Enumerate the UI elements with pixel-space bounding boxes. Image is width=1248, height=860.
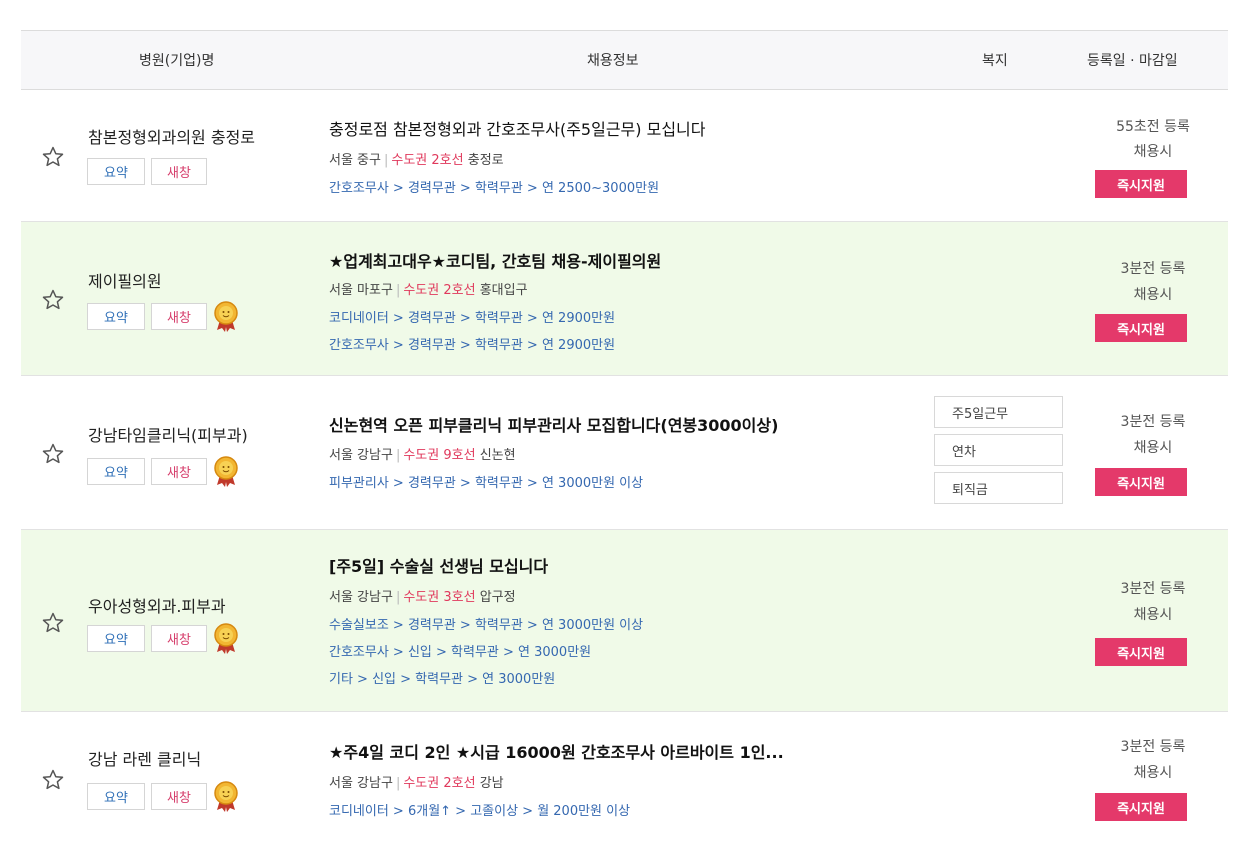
posted-time: 55초전 등록 [1116,119,1190,135]
header-company: 병원(기업)명 [139,53,215,69]
row-buttons: 요약 새창 [87,158,213,185]
job-location: 서울 강남구 | 수도권 2호선 강남 [329,776,504,791]
header-date: 등록일 · 마감일 [1087,53,1178,69]
deadline: 채용시 [1133,607,1173,623]
job-location: 서울 강남구 | 수도권 3호선 압구정 [329,590,516,605]
welfare-tag: 주5일근무 [934,396,1063,428]
deadline: 채용시 [1133,144,1173,160]
station: 충정로 [467,153,504,168]
station: 강남 [479,776,504,791]
row-buttons: 요약 새창 [87,300,239,332]
region: 서울 마포구 [329,283,393,298]
job-location: 서울 중구 | 수도권 2호선 충정로 [329,153,504,168]
medal-icon [213,780,239,812]
deadline: 채용시 [1133,765,1173,781]
company-name[interactable]: 참본정형외과의원 충정로 [88,124,255,148]
job-condition[interactable]: 피부관리사 > 경력무관 > 학력무관 > 연 3000만원 이상 [329,472,643,491]
apply-button[interactable]: 즉시지원 [1095,314,1187,342]
star-icon[interactable] [41,145,65,169]
star-icon[interactable] [41,288,65,312]
job-title[interactable]: 신논현역 오픈 피부클리닉 피부관리사 모집합니다(연봉3000이상) [329,412,778,436]
new-window-button[interactable]: 새창 [151,457,207,485]
job-condition[interactable]: 간호조무사 > 경력무관 > 학력무관 > 연 2500~3000만원 [329,177,659,196]
new-window-button[interactable]: 새창 [151,158,207,185]
table-row: 강남 라렌 클리닉 요약 새창 ★주4일 코디 2인 ★시급 16000원 간호… [21,712,1228,840]
posted-time: 3분전 등록 [1120,581,1186,597]
company-name[interactable]: 강남타임클리닉(피부과) [88,422,248,446]
new-window-button[interactable]: 새창 [151,624,207,652]
job-title[interactable]: [주5일] 수술실 선생님 모십니다 [329,553,548,577]
job-condition[interactable]: 코디네이터 > 6개월↑ > 고졸이상 > 월 200만원 이상 [329,800,630,819]
summary-button[interactable]: 요약 [87,158,145,185]
table-row: 강남타임클리닉(피부과) 요약 새창 신논현역 오픈 피부클리닉 피부관리사 모… [21,376,1228,530]
deadline: 채용시 [1133,440,1173,456]
summary-button[interactable]: 요약 [87,457,145,485]
star-icon[interactable] [41,442,65,466]
station: 압구정 [479,590,516,605]
station: 신논현 [479,448,516,463]
new-window-button[interactable]: 새창 [151,302,207,330]
apply-button[interactable]: 즉시지원 [1095,468,1187,496]
subway-line: 수도권 2호선 [391,153,464,168]
job-title[interactable]: 충정로점 참본정형외과 간호조무사(주5일근무) 모십니다 [329,116,705,140]
medal-icon [213,300,239,332]
row-buttons: 요약 새창 [87,780,239,812]
welfare-tag: 퇴직금 [934,472,1063,504]
posted-time: 3분전 등록 [1120,414,1186,430]
star-icon[interactable] [41,768,65,792]
summary-button[interactable]: 요약 [87,302,145,330]
region: 서울 강남구 [329,590,393,605]
apply-button[interactable]: 즉시지원 [1095,170,1187,198]
header-info: 채용정보 [587,53,639,69]
posted-time: 3분전 등록 [1120,739,1186,755]
apply-button[interactable]: 즉시지원 [1095,793,1187,821]
star-icon[interactable] [41,611,65,635]
job-condition[interactable]: 수술실보조 > 경력무관 > 학력무관 > 연 3000만원 이상 [329,614,643,633]
region: 서울 중구 [329,153,381,168]
job-list-table: 병원(기업)명 채용정보 복지 등록일 · 마감일 참본정형외과의원 충정로 요… [21,30,1228,840]
row-buttons: 요약 새창 [87,622,239,654]
job-condition[interactable]: 간호조무사 > 경력무관 > 학력무관 > 연 2900만원 [329,334,615,353]
job-condition[interactable]: 간호조무사 > 신입 > 학력무관 > 연 3000만원 [329,641,591,660]
table-row: 참본정형외과의원 충정로 요약 새창 충정로점 참본정형외과 간호조무사(주5일… [21,90,1228,222]
subway-line: 수도권 2호선 [403,776,476,791]
company-name[interactable]: 제이필의원 [88,268,162,292]
company-name[interactable]: 강남 라렌 클리닉 [88,746,201,770]
table-header: 병원(기업)명 채용정보 복지 등록일 · 마감일 [21,30,1228,90]
region: 서울 강남구 [329,776,393,791]
job-location: 서울 마포구 | 수도권 2호선 홍대입구 [329,283,528,298]
table-row: 우아성형외과.피부과 요약 새창 [주5일] 수술실 선생님 모십니다 서울 강… [21,530,1228,712]
header-welfare: 복지 [982,53,1008,69]
job-title[interactable]: ★주4일 코디 2인 ★시급 16000원 간호조무사 아르바이트 1인... [329,739,784,763]
job-condition[interactable]: 코디네이터 > 경력무관 > 학력무관 > 연 2900만원 [329,307,615,326]
table-row: 제이필의원 요약 새창 ★업계최고대우★코디팀, 간호팀 채용-제이필의원 서울… [21,222,1228,376]
medal-icon [213,622,239,654]
welfare-tag: 연차 [934,434,1063,466]
new-window-button[interactable]: 새창 [151,782,207,810]
row-buttons: 요약 새창 [87,455,239,487]
station: 홍대입구 [479,283,528,298]
region: 서울 강남구 [329,448,393,463]
deadline: 채용시 [1133,287,1173,303]
job-condition[interactable]: 기타 > 신입 > 학력무관 > 연 3000만원 [329,668,555,687]
medal-icon [213,455,239,487]
apply-button[interactable]: 즉시지원 [1095,638,1187,666]
job-location: 서울 강남구 | 수도권 9호선 신논현 [329,448,516,463]
job-title[interactable]: ★업계최고대우★코디팀, 간호팀 채용-제이필의원 [329,248,661,272]
subway-line: 수도권 3호선 [403,590,476,605]
summary-button[interactable]: 요약 [87,624,145,652]
company-name[interactable]: 우아성형외과.피부과 [88,593,226,617]
subway-line: 수도권 9호선 [403,448,476,463]
posted-time: 3분전 등록 [1120,261,1186,277]
subway-line: 수도권 2호선 [403,283,476,298]
summary-button[interactable]: 요약 [87,782,145,810]
